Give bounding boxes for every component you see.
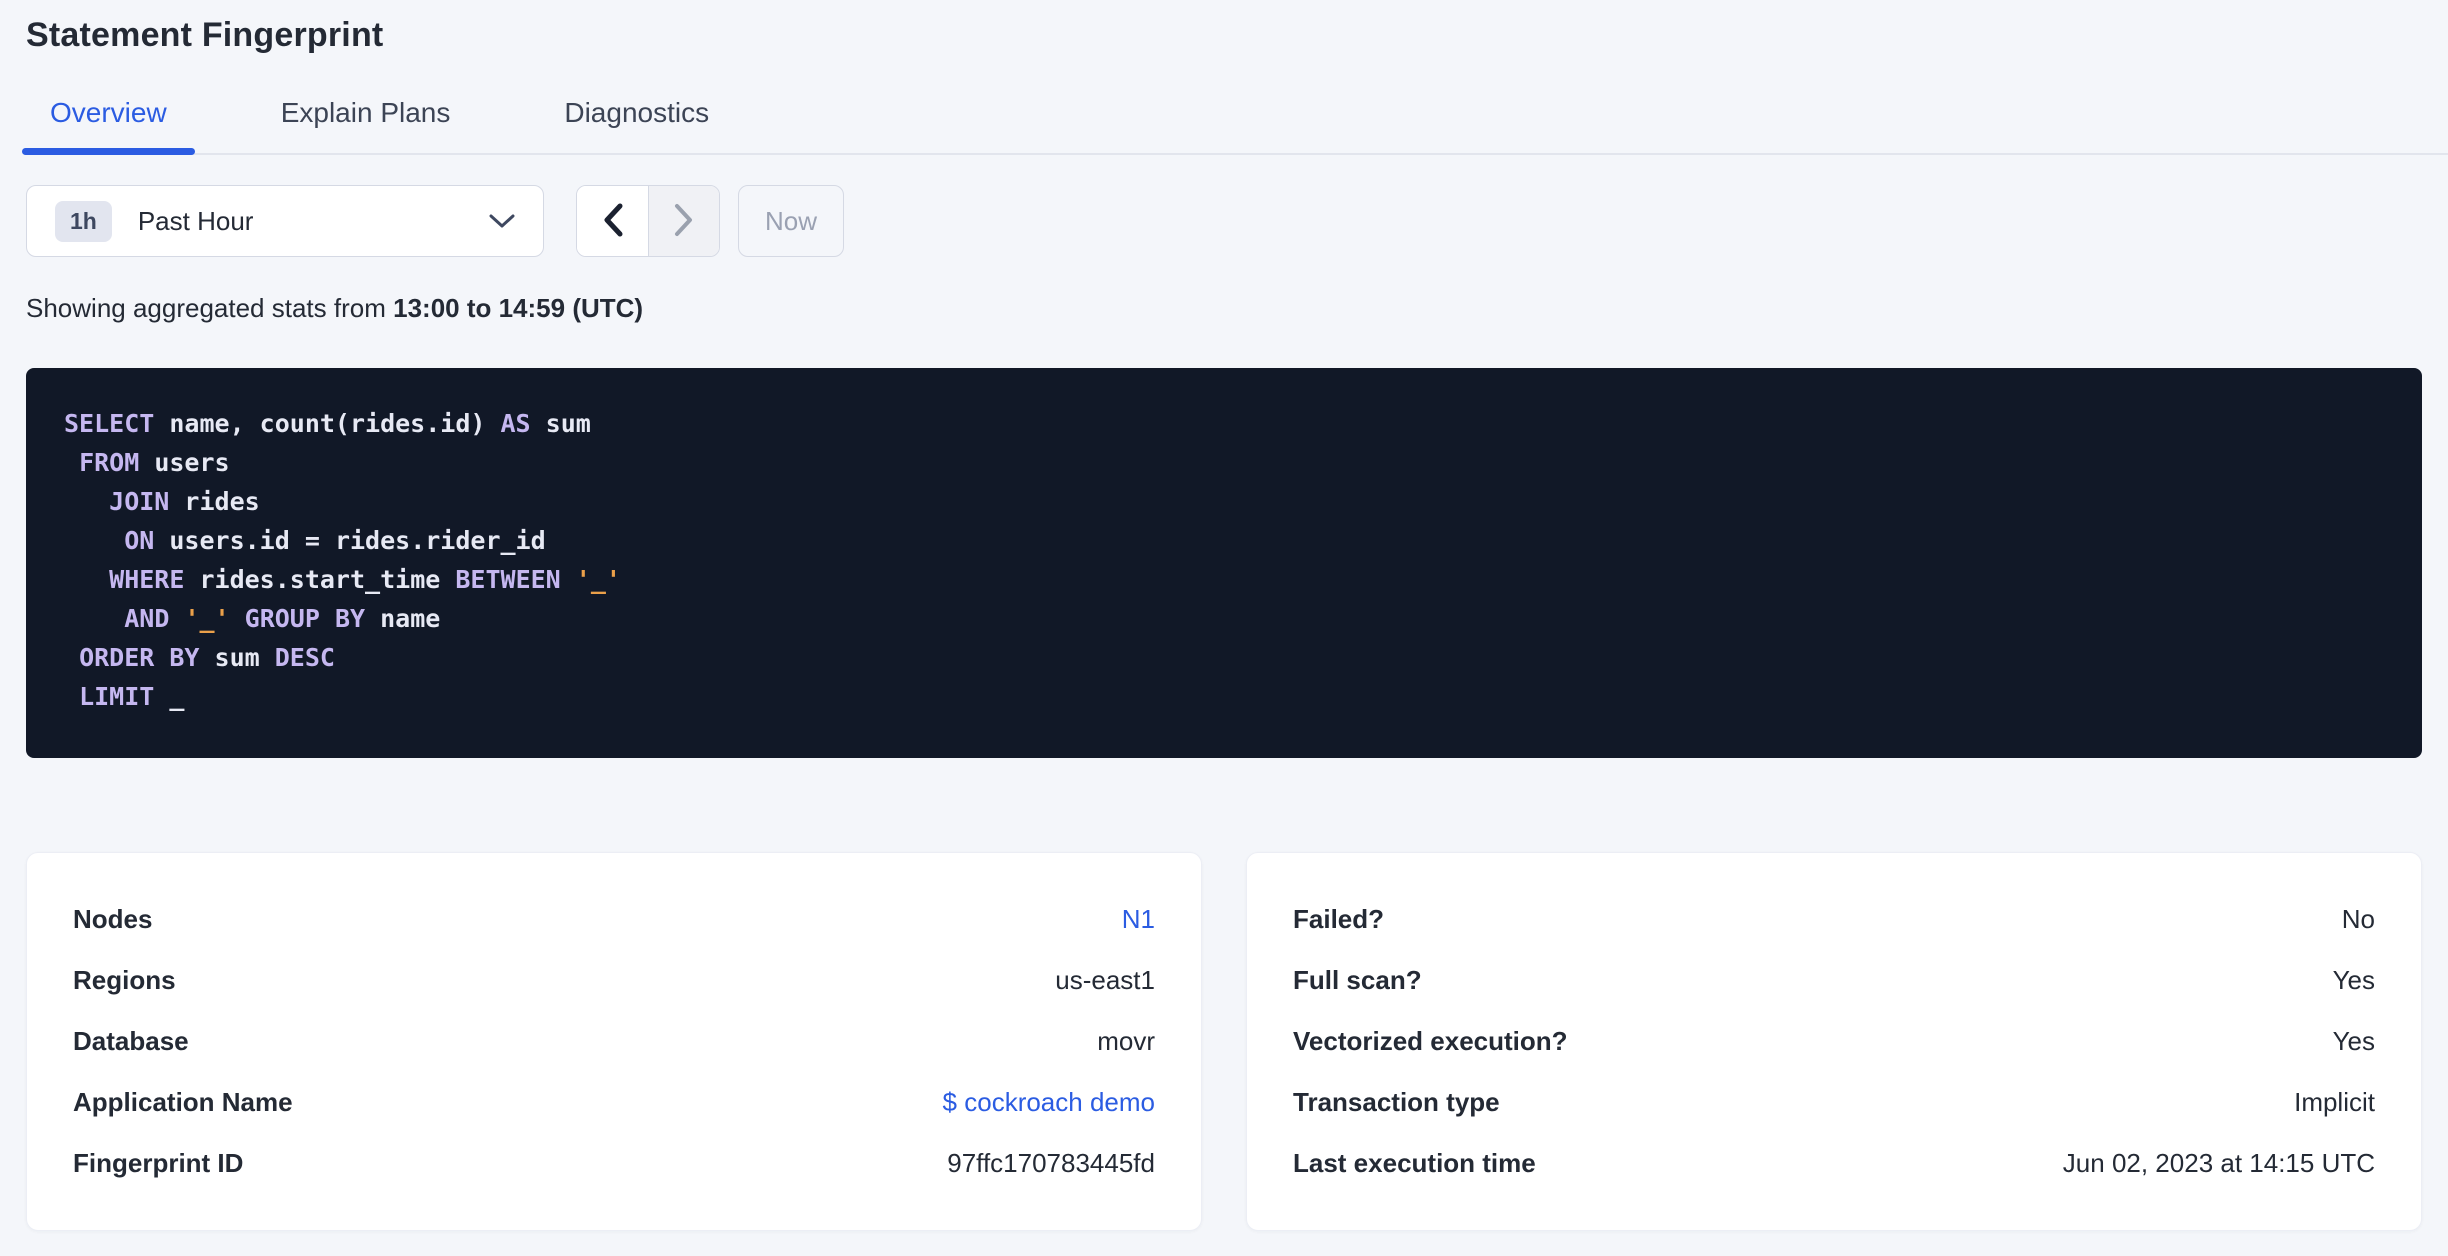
card-row-label: Application Name <box>73 1087 293 1117</box>
card-row-label: Regions <box>73 965 176 995</box>
sql-statement: SELECT name, count(rides.id) AS sum FROM… <box>64 409 621 711</box>
card-row-label: Failed? <box>1293 904 1385 934</box>
sql-statement-box: SELECT name, count(rides.id) AS sum FROM… <box>26 368 2422 758</box>
chevron-down-icon <box>489 213 515 229</box>
card-row: Failed? No <box>1293 889 2375 950</box>
chevron-right-icon <box>672 202 696 241</box>
card-row-label: Vectorized execution? <box>1293 1026 1568 1056</box>
card-row-value: Yes <box>2332 1026 2375 1056</box>
statement-fingerprint-page: Statement Fingerprint Overview Explain P… <box>0 16 2448 1231</box>
card-row: Vectorized execution? Yes <box>1293 1011 2375 1072</box>
tab-overview[interactable]: Overview <box>22 97 195 155</box>
card-statement-details: Nodes N1 Regions us-east1 Database movr Applic… <box>26 852 1202 1231</box>
card-row-link[interactable]: $ cockroach demo <box>943 1087 1155 1118</box>
interval-badge: 1h <box>55 200 112 242</box>
card-row-value: Yes <box>2332 965 2375 995</box>
next-time-button[interactable] <box>648 186 719 256</box>
prev-time-button[interactable] <box>577 186 648 256</box>
chevron-left-icon <box>601 202 625 241</box>
card-row-label: Full scan? <box>1293 965 1422 995</box>
card-row-label: Last execution time <box>1293 1148 1536 1178</box>
card-row-label: Fingerprint ID <box>73 1148 244 1178</box>
card-row: Fingerprint ID 97ffc170783445fd <box>73 1133 1155 1194</box>
now-button[interactable]: Now <box>738 185 844 257</box>
card-row-label: Database <box>73 1026 189 1056</box>
tabs-bar: Overview Explain Plans Diagnostics <box>22 97 2448 155</box>
stats-summary-prefix: Showing aggregated stats from <box>26 293 394 323</box>
card-row: Regions us-east1 <box>73 950 1155 1011</box>
time-interval-dropdown[interactable]: 1h Past Hour <box>26 185 544 257</box>
card-row: Nodes N1 <box>73 889 1155 950</box>
card-row-value: movr <box>1097 1026 1155 1056</box>
card-row-label: Transaction type <box>1293 1087 1500 1117</box>
card-row-value: 97ffc170783445fd <box>947 1148 1155 1178</box>
page-title: Statement Fingerprint <box>26 16 384 54</box>
card-row-value: Jun 02, 2023 at 14:15 UTC <box>2062 1148 2375 1178</box>
stats-summary-range: 13:00 to 14:59 (UTC) <box>393 293 644 323</box>
card-row-link[interactable]: N1 <box>1122 904 1155 935</box>
card-row-value: us-east1 <box>1055 965 1155 995</box>
aggregated-stats-summary: Showing aggregated stats from 13:00 to 1… <box>26 293 2422 324</box>
card-row: Application Name $ cockroach demo <box>73 1072 1155 1133</box>
card-row: Full scan? Yes <box>1293 950 2375 1011</box>
time-controls: 1h Past Hour Now <box>26 185 2422 257</box>
interval-label: Past Hour <box>137 205 254 236</box>
card-row: Transaction type Implicit <box>1293 1072 2375 1133</box>
card-row: Database movr <box>73 1011 1155 1072</box>
time-step-button-group <box>576 185 720 257</box>
card-row-value: No <box>2341 904 2375 934</box>
card-row: Last execution time Jun 02, 2023 at 14:15… <box>1293 1133 2375 1194</box>
card-row-value: Implicit <box>2294 1087 2375 1117</box>
card-execution-attributes: Failed? No Full scan? Yes Vectorized executi… <box>1246 852 2422 1231</box>
tab-diagnostics[interactable]: Diagnostics <box>536 97 737 153</box>
summary-cards: Nodes N1 Regions us-east1 Database movr Applic… <box>26 852 2422 1231</box>
card-row-label: Nodes <box>73 904 153 934</box>
tab-explain-plans[interactable]: Explain Plans <box>253 97 479 153</box>
